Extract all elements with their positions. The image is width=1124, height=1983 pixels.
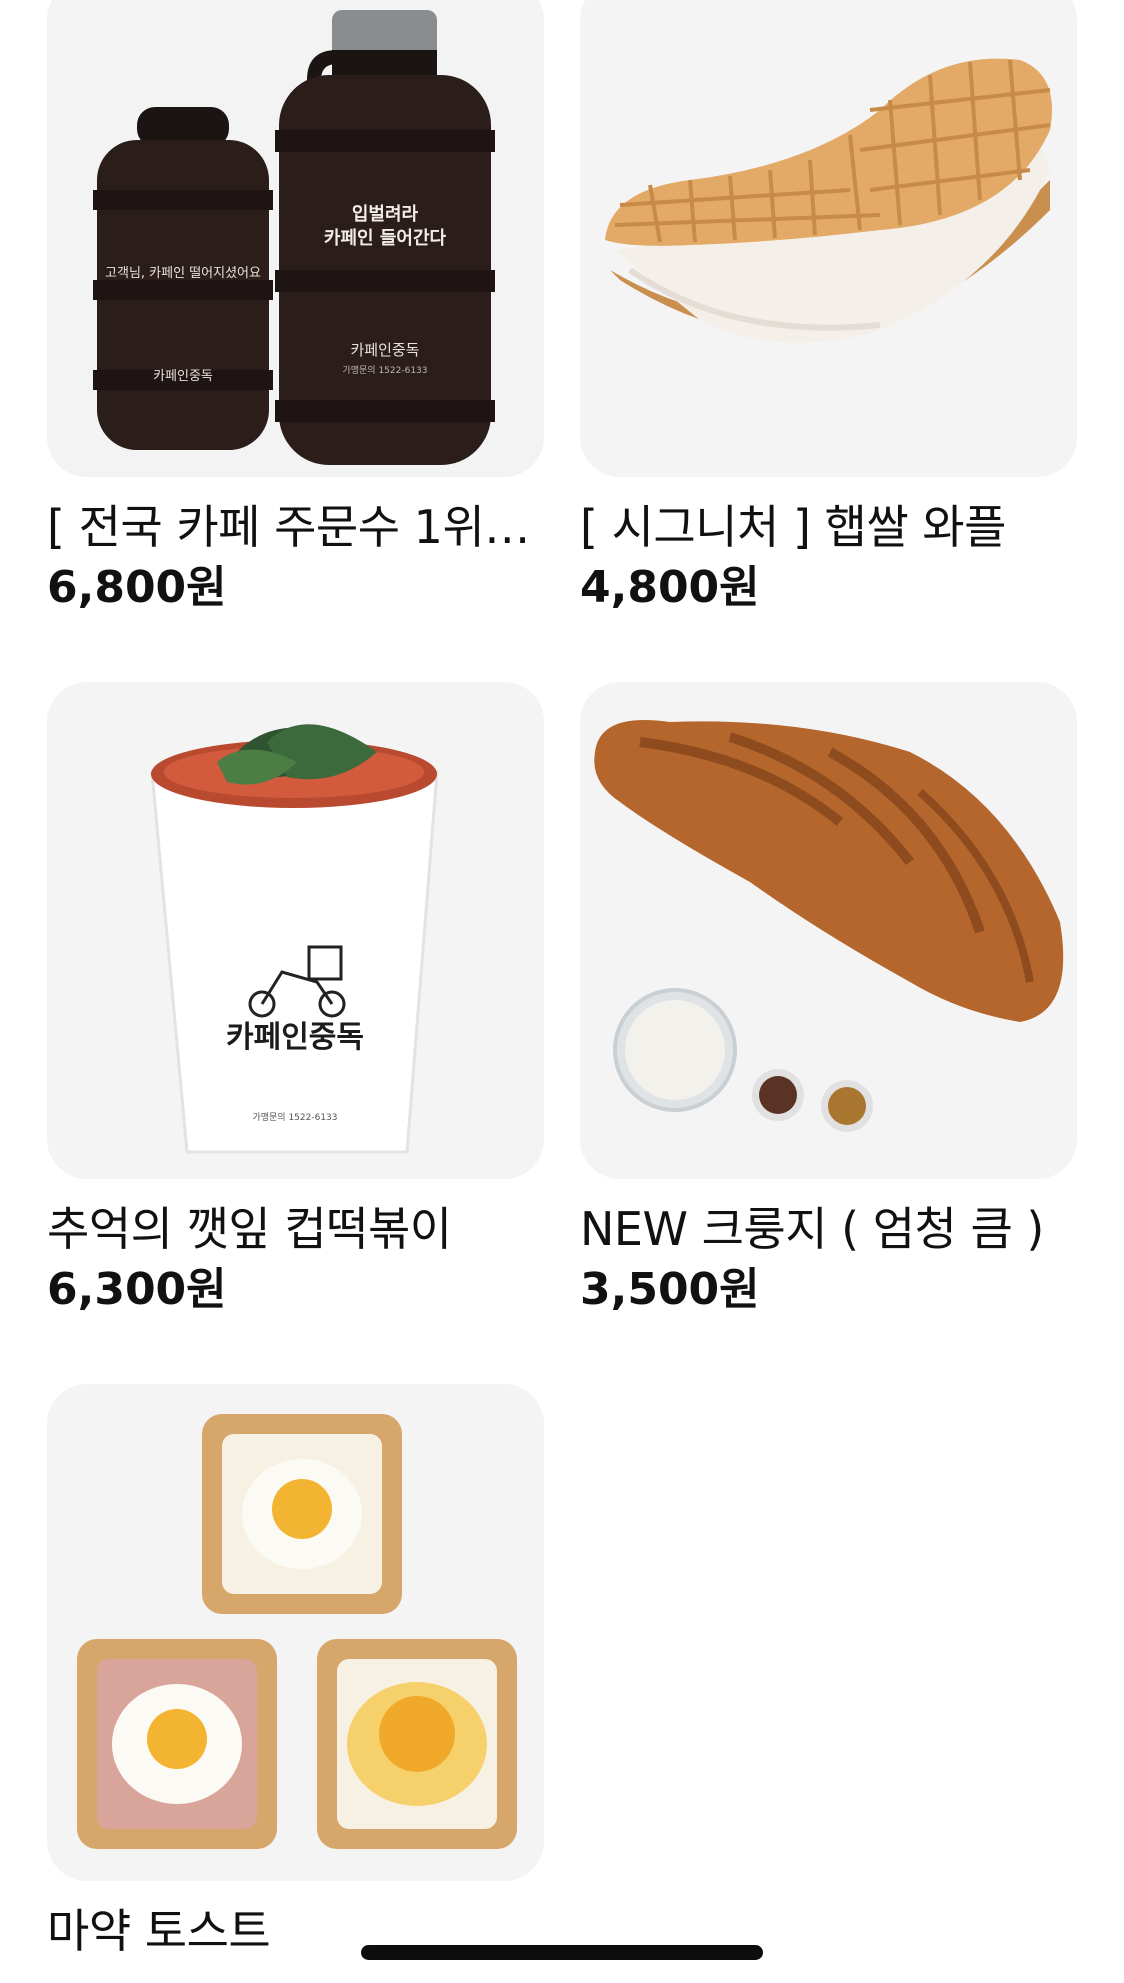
product-image-waffle[interactable] [580,0,1077,477]
bottle-big-brand: 카페인중독 [350,341,419,359]
product-price: 4,800원 [580,562,760,613]
bottle-big-phone: 가맹문의 1522-6133 [342,365,427,376]
product-image-croissant[interactable] [580,682,1077,1179]
bottle-small-brand: 카페인중독 [153,369,213,384]
product-card[interactable]: NEW 크룽지 ( 엄청 큼 ) 3,500원 [580,682,1077,1319]
product-list-page: 고객님, 카페인 떨어지셨어요 카페인중독 입벌려라 카페인 들어간다 카페인중… [0,0,1124,1983]
svg-text:입벌려라: 입벌려라 [352,203,419,225]
product-image-coffee-bottles[interactable]: 고객님, 카페인 떨어지셨어요 카페인중독 입벌려라 카페인 들어간다 카페인중… [47,0,544,477]
product-card[interactable]: 카페인중독 가맹문의 1522-6133 추억의 깻잎 컵떡볶이 6,300원 [47,682,544,1319]
cup-phone: 가맹문의 1522-6133 [252,1112,337,1123]
product-card[interactable]: 마약 토스트 [47,1384,544,1963]
product-card[interactable]: [ 시그니처 ] 햅쌀 와플 4,800원 [580,0,1077,617]
svg-text:카페인 들어간다: 카페인 들어간다 [324,228,447,249]
product-price: 3,500원 [580,1264,760,1315]
home-indicator[interactable] [361,1945,763,1960]
cup-brand: 카페인중독 [226,1020,364,1055]
product-title[interactable]: [ 전국 카페 주문수 1위 ] 바나나 + 아메리카노 [47,495,544,559]
product-image-toast[interactable] [47,1384,544,1881]
product-card[interactable]: 고객님, 카페인 떨어지셨어요 카페인중독 입벌려라 카페인 들어간다 카페인중… [47,0,544,617]
product-price: 6,800원 [47,562,227,613]
product-title[interactable]: [ 시그니처 ] 햅쌀 와플 [580,495,1077,559]
product-price: 6,300원 [47,1264,227,1315]
product-title[interactable]: NEW 크룽지 ( 엄청 큼 ) [580,1197,1077,1261]
product-title[interactable]: 추억의 깻잎 컵떡볶이 [47,1197,544,1261]
bottle-small-text: 고객님, 카페인 떨어지셨어요 [105,266,261,281]
product-image-cup-tteokbokki[interactable]: 카페인중독 가맹문의 1522-6133 [47,682,544,1179]
